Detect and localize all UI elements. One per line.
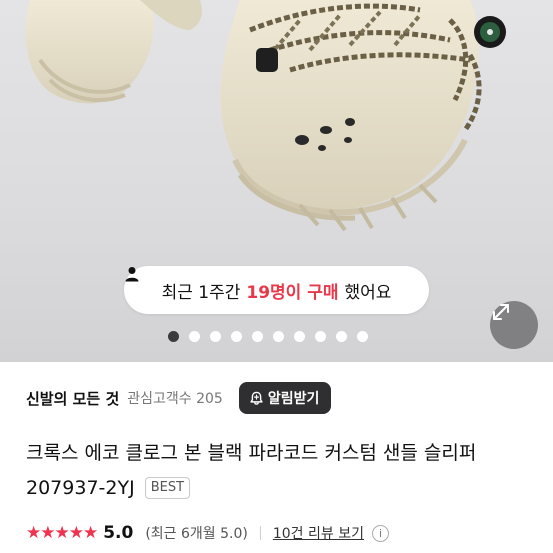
store-name[interactable]: 신발의 모든 것 <box>26 388 119 409</box>
divider <box>259 526 261 540</box>
rating-row: ★★★★★ 5.0 (최근 6개월 5.0) 10건 리뷰 보기 i <box>26 520 389 546</box>
alarm-button-label: 알림받기 <box>267 391 320 407</box>
pagination-dot[interactable] <box>336 330 347 342</box>
product-title: 크록스 에코 클로그 본 블랙 파라코드 커스텀 샌들 슬리퍼 207937-2… <box>26 436 536 506</box>
pagination-dot[interactable] <box>189 330 200 342</box>
bell-icon <box>250 391 263 405</box>
person-icon <box>125 267 139 282</box>
pagination-dot[interactable] <box>273 330 284 342</box>
subscribe-alarm-button[interactable]: 알림받기 <box>238 382 332 414</box>
pagination-dot[interactable] <box>168 330 179 342</box>
gallery-pagination <box>168 330 368 342</box>
pagination-dot[interactable] <box>315 330 326 342</box>
toast-prefix: 최근 1주간 <box>161 282 241 303</box>
star-rating: ★★★★★ <box>26 523 98 543</box>
store-followers: 관심고객수 205 <box>127 391 223 407</box>
pagination-dot[interactable] <box>210 330 221 342</box>
store-row: 신발의 모든 것 관심고객수 205 알림받기 <box>26 378 332 418</box>
pagination-dot[interactable] <box>357 330 368 342</box>
product-title-text: 크록스 에코 클로그 본 블랙 파라코드 커스텀 샌들 슬리퍼 207937-2… <box>26 442 477 499</box>
toast-highlight: 19명이 구매 <box>246 282 339 303</box>
rating-score: 5.0 <box>103 523 134 543</box>
expand-icon <box>493 304 509 320</box>
toast-suffix: 했어요 <box>344 282 392 303</box>
expand-image-button[interactable] <box>490 301 538 349</box>
pagination-dot[interactable] <box>294 330 305 342</box>
rating-recent: (최근 6개월 5.0) <box>145 526 248 542</box>
pagination-dot[interactable] <box>231 330 242 342</box>
product-image[interactable]: 최근 1주간 19명이 구매 했어요 <box>0 0 553 362</box>
recent-purchase-toast: 최근 1주간 19명이 구매 했어요 <box>124 266 429 314</box>
info-icon[interactable]: i <box>371 524 389 542</box>
best-badge: BEST <box>144 477 191 499</box>
pagination-dot[interactable] <box>252 330 263 342</box>
reviews-link[interactable]: 10건 리뷰 보기 <box>273 523 364 543</box>
